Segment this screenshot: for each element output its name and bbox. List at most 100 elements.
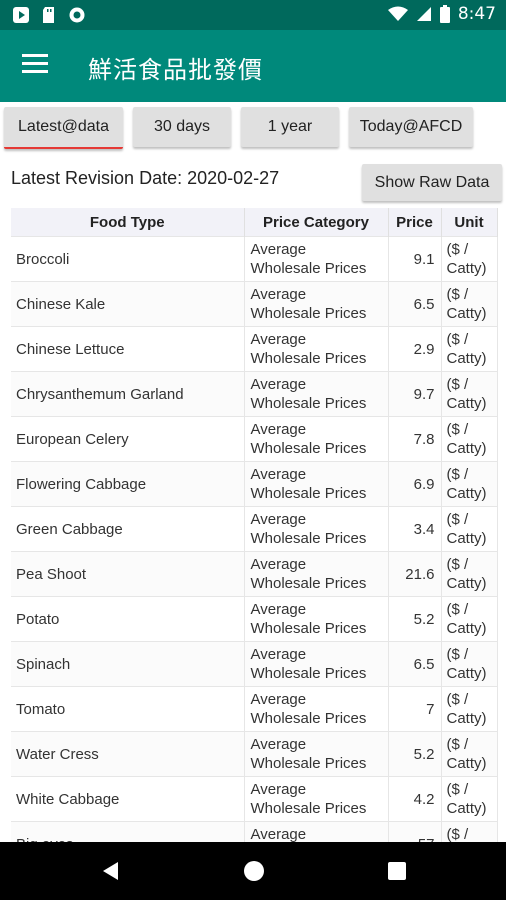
price-cell: 9.1 [388, 236, 442, 282]
tab-today-afcd[interactable]: Today@AFCD [349, 107, 473, 147]
price-cell: 6.5 [388, 281, 442, 327]
recents-icon[interactable] [386, 860, 408, 882]
price-cell-text: 6.5 [413, 655, 435, 673]
price-category-cell-text: Wholesale Prices [250, 755, 367, 772]
price-category-cell: Average Wholesale Prices [244, 551, 389, 597]
table-row[interactable]: Spinach Average Wholesale Prices 6.5 ($ / Cat… [11, 641, 498, 687]
unit-cell: ($ / Catty) [441, 686, 498, 732]
food-type-cell-text: Water Cress [16, 745, 99, 763]
unit-cell-text: Catty) [446, 530, 487, 547]
price-cell: 3.4 [388, 506, 442, 552]
header-food-type[interactable]: Food Type [11, 208, 245, 237]
unit-cell-text: ($ / [446, 466, 469, 483]
header-price[interactable]: Price [388, 208, 442, 237]
price-cell-text: 5.2 [413, 610, 435, 628]
table-row[interactable]: Green Cabbage Average Wholesale Prices 3.4 (… [11, 506, 498, 552]
unit-cell-text: Catty) [446, 485, 487, 502]
price-cell: 5.2 [388, 731, 442, 777]
price-cell: 7.8 [388, 416, 442, 462]
navigation-bar [0, 842, 506, 900]
unit-cell: ($ / Catty) [441, 551, 498, 597]
unit-cell: ($ / Catty) [441, 731, 498, 777]
app-title: 鮮活食品批發價 [88, 56, 263, 84]
food-type-cell-text: Green Cabbage [16, 520, 123, 538]
unit-cell-text: ($ / [446, 646, 469, 663]
unit-cell-text: Catty) [446, 665, 487, 682]
food-type-cell: Pea Shoot [11, 551, 245, 597]
food-type-cell: European Celery [11, 416, 245, 462]
price-category-cell: Average Wholesale Prices [244, 371, 389, 417]
tab-1-year[interactable]: 1 year [241, 107, 339, 147]
home-icon[interactable] [243, 860, 265, 882]
price-cell-text: 5.2 [413, 745, 435, 763]
unit-cell-text: Catty) [446, 260, 487, 277]
status-bar: 8:47 [0, 0, 506, 30]
unit-cell: ($ / Catty) [441, 326, 498, 372]
unit-cell-text: Catty) [446, 620, 487, 637]
header-price-category[interactable]: Price Category [244, 208, 389, 237]
price-category-cell-text: Average [250, 826, 307, 843]
price-category-cell-text: Average [250, 466, 307, 483]
unit-cell-text: Catty) [446, 710, 487, 727]
cell-signal-icon [416, 7, 431, 21]
food-type-cell-text: White Cabbage [16, 790, 120, 808]
sd-card-icon [43, 7, 54, 23]
price-category-cell-text: Wholesale Prices [250, 530, 367, 547]
unit-cell-text: ($ / [446, 421, 469, 438]
food-type-cell: Spinach [11, 641, 245, 687]
unit-cell: ($ / Catty) [441, 461, 498, 507]
price-category-cell-text: Wholesale Prices [250, 440, 367, 457]
table-row[interactable]: Potato Average Wholesale Prices 5.2 ($ / Catt… [11, 596, 498, 642]
price-category-cell-text: Wholesale Prices [250, 620, 367, 637]
price-table: Food Type Price Category Price Unit Broc… [11, 208, 498, 866]
table-row[interactable]: Broccoli Average Wholesale Prices 9.1 ($ / Ca… [11, 236, 498, 282]
table-row[interactable]: Tomato Average Wholesale Prices 7 ($ / Catty) [11, 686, 498, 732]
price-cell-text: 3.4 [413, 520, 435, 538]
header-unit[interactable]: Unit [441, 208, 498, 237]
price-cell: 4.2 [388, 776, 442, 822]
tab-30-days[interactable]: 30 days [133, 107, 231, 147]
unit-cell-text: Catty) [446, 305, 487, 322]
table-row[interactable]: Flowering Cabbage Average Wholesale Prices… [11, 461, 498, 507]
price-category-cell-text: Average [250, 646, 307, 663]
price-category-cell-text: Average [250, 736, 307, 753]
unit-cell-text: ($ / [446, 781, 469, 798]
unit-cell-text: ($ / [446, 736, 469, 753]
tab-latest-data[interactable]: Latest@data [4, 107, 123, 149]
unit-cell: ($ / Catty) [441, 371, 498, 417]
table-row[interactable]: Chrysanthemum Garland Average Wholesale Pr… [11, 371, 498, 417]
price-cell: 21.6 [388, 551, 442, 597]
food-type-cell-text: Flowering Cabbage [16, 475, 147, 493]
price-category-cell-text: Wholesale Prices [250, 800, 367, 817]
unit-cell: ($ / Catty) [441, 281, 498, 327]
table-row[interactable]: White Cabbage Average Wholesale Prices 4.2 (… [11, 776, 498, 822]
price-cell: 6.9 [388, 461, 442, 507]
food-type-cell-text: Pea Shoot [16, 565, 87, 583]
table-row[interactable]: European Celery Average Wholesale Prices 7.… [11, 416, 498, 462]
unit-cell: ($ / Catty) [441, 236, 498, 282]
price-cell-text: 21.6 [405, 565, 435, 583]
hamburger-menu-icon[interactable] [22, 54, 48, 74]
price-cell-text: 7.8 [413, 430, 435, 448]
price-cell-text: 9.1 [413, 250, 435, 268]
price-category-cell-text: Average [250, 241, 307, 258]
price-category-cell-text: Wholesale Prices [250, 395, 367, 412]
table-row[interactable]: Water Cress Average Wholesale Prices 5.2 ($ … [11, 731, 498, 777]
app-bar: 鮮活食品批發價 [0, 30, 506, 102]
back-icon[interactable] [100, 860, 122, 882]
price-category-cell-text: Wholesale Prices [250, 260, 367, 277]
food-type-cell: Flowering Cabbage [11, 461, 245, 507]
food-type-cell: Chinese Kale [11, 281, 245, 327]
table-row[interactable]: Pea Shoot Average Wholesale Prices 21.6 ($ /… [11, 551, 498, 597]
unit-cell-text: Catty) [446, 575, 487, 592]
table-row[interactable]: Chinese Kale Average Wholesale Prices 6.5 ($… [11, 281, 498, 327]
food-type-cell: Water Cress [11, 731, 245, 777]
price-category-cell-text: Average [250, 286, 307, 303]
price-category-cell: Average Wholesale Prices [244, 641, 389, 687]
show-raw-data-button[interactable]: Show Raw Data [362, 164, 502, 201]
table-row[interactable]: Chinese Lettuce Average Wholesale Prices 2.… [11, 326, 498, 372]
price-category-cell-text: Average [250, 331, 307, 348]
wifi-icon [387, 6, 408, 21]
unit-cell-text: Catty) [446, 350, 487, 367]
unit-cell: ($ / Catty) [441, 416, 498, 462]
